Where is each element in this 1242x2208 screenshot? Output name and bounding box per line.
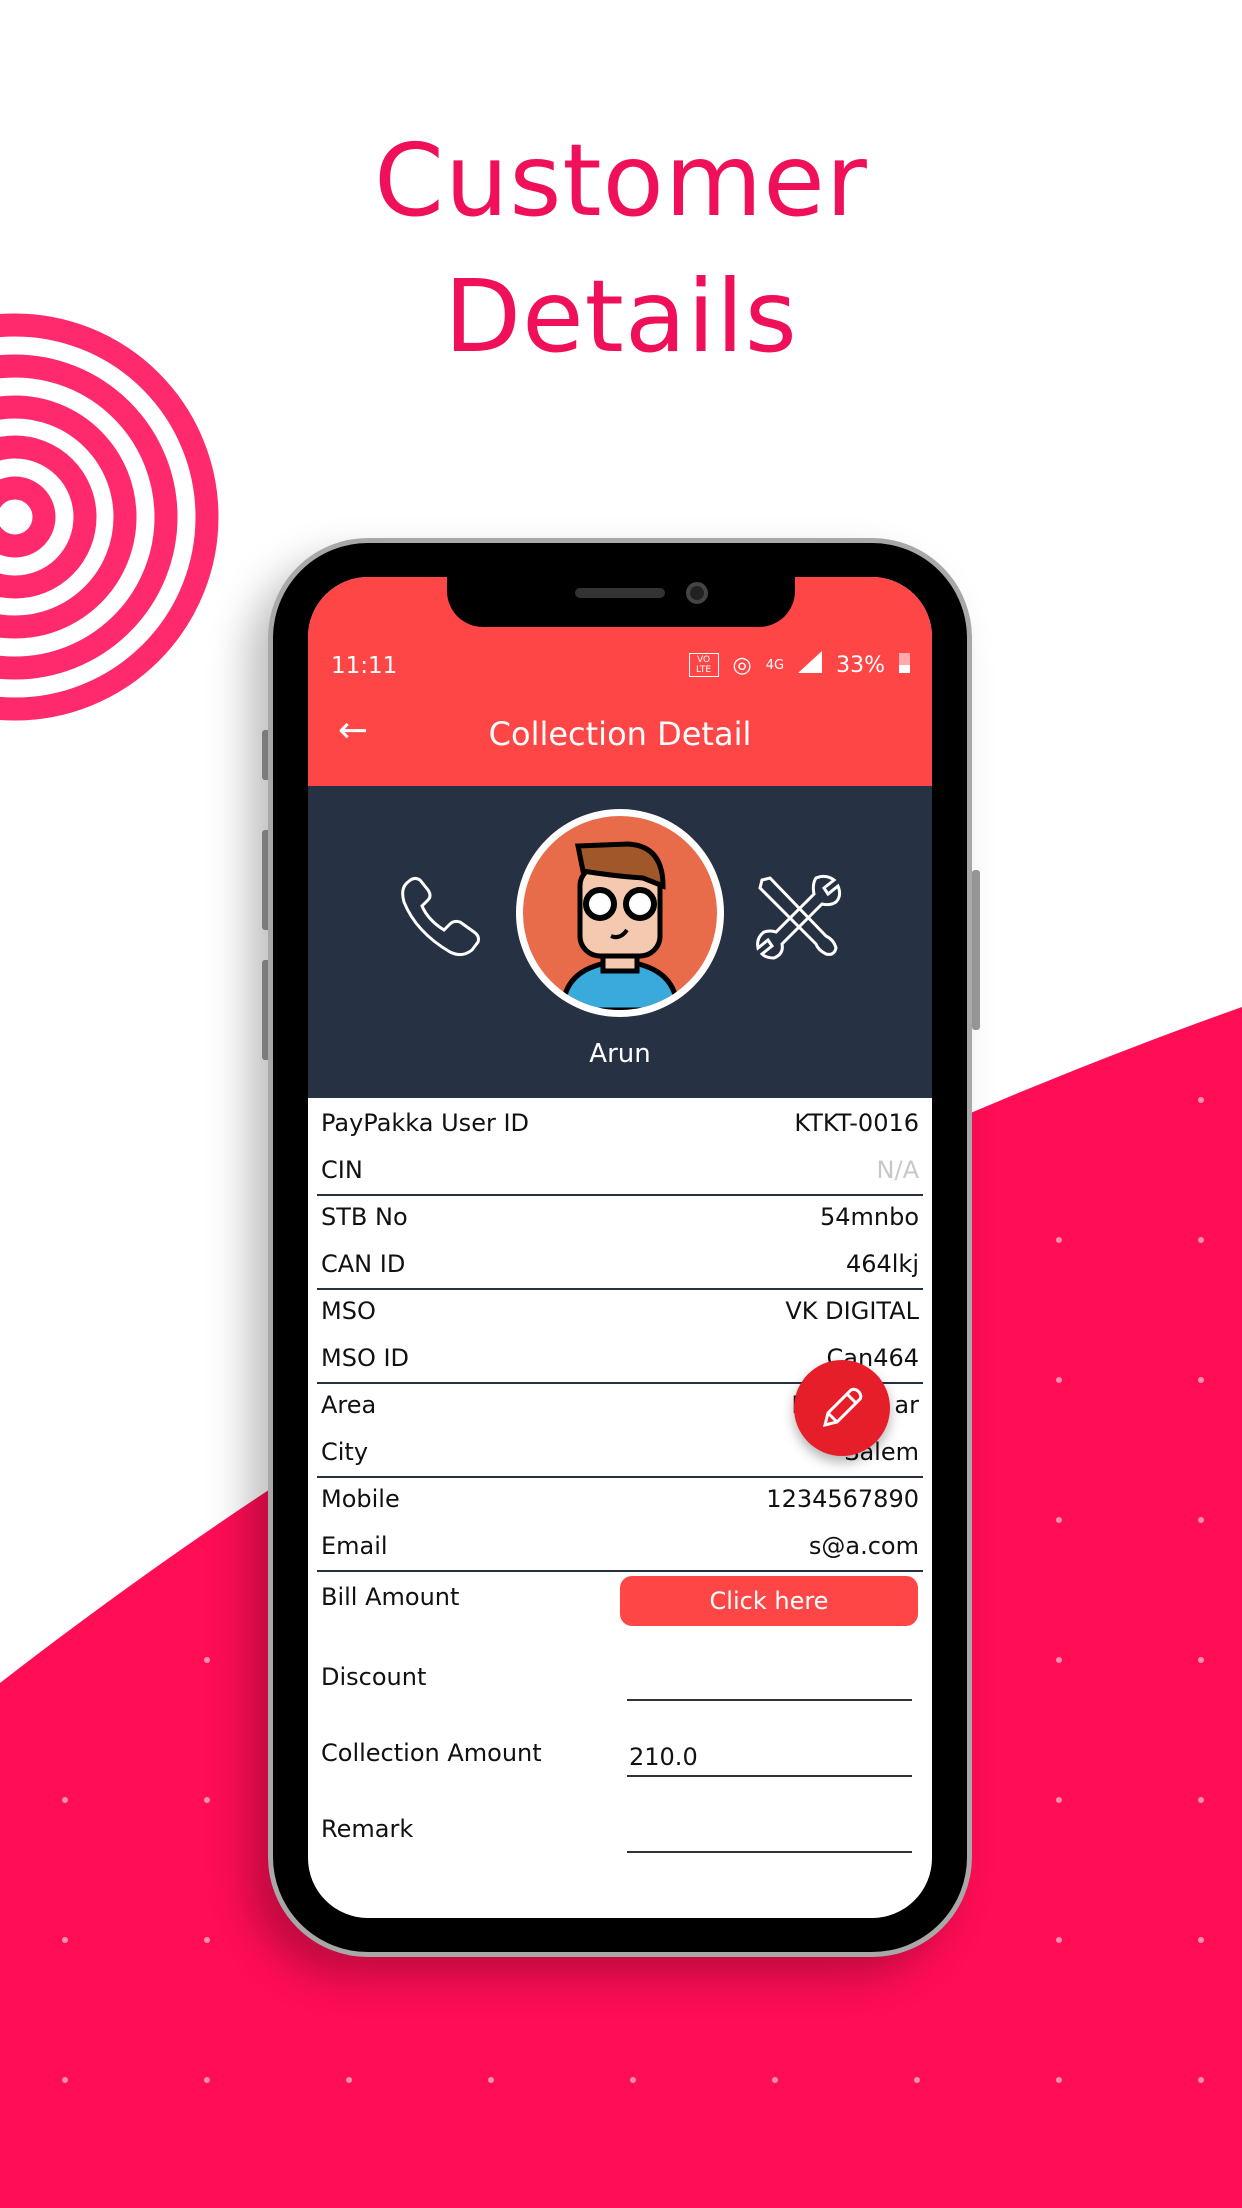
pattern-dot [1056,1517,1062,1523]
detail-label: MSO [321,1296,376,1325]
detail-row: PayPakka User ID KTKT-0016 [321,1099,919,1146]
detail-value: VK DIGITAL [785,1296,919,1325]
pattern-dot [914,2077,920,2083]
pattern-dot [1056,1237,1062,1243]
click-here-button[interactable]: Click here [620,1576,918,1626]
bill-amount-label: Bill Amount [321,1583,460,1611]
detail-value: 1234567890 [766,1484,919,1513]
pattern-dot [1198,1097,1204,1103]
pattern-dot [204,1937,210,1943]
remark-input[interactable] [627,1819,912,1853]
page-title: Collection Detail [488,715,752,753]
detail-label: City [321,1437,369,1466]
pattern-dot [1056,1937,1062,1943]
pattern-dot [1198,1937,1204,1943]
network-type: 4G [765,657,785,673]
pencil-icon [822,1387,863,1428]
detail-label: Mobile [321,1484,400,1513]
pattern-dot [204,2077,210,2083]
phone-speaker [575,588,665,598]
phone-icon[interactable] [398,874,484,960]
detail-row: Mobile 1234567890 [321,1475,919,1522]
detail-value: KTKT-0016 [794,1108,919,1137]
headline-line-2: Details [444,258,798,375]
pattern-dot [62,2077,68,2083]
detail-value: 54mnbo [819,1202,919,1231]
pattern-dot [630,2077,636,2083]
pattern-dot [62,1937,68,1943]
pattern-dot [1198,1517,1204,1523]
detail-label: STB No [321,1202,408,1231]
phone-notch [447,575,795,627]
pattern-dot [1198,2077,1204,2083]
detail-label: CIN [321,1155,363,1184]
hotspot-icon: ◎ [732,652,752,678]
battery-level: 33% [836,652,885,678]
pattern-dot [346,2077,352,2083]
discount-label: Discount [321,1663,427,1691]
pattern-dot [1198,1237,1204,1243]
detail-row: STB No 54mnbo [321,1193,919,1240]
customer-name: Arun [589,1039,651,1069]
detail-label: Area [321,1390,377,1419]
headline-line-1: Customer [374,122,868,239]
collection-amount-input[interactable]: 210.0 [627,1743,912,1777]
pattern-dot [1198,1797,1204,1803]
pattern-dot [1198,1657,1204,1663]
discount-input[interactable] [627,1667,912,1701]
detail-label: CAN ID [321,1249,406,1278]
pattern-dot [772,2077,778,2083]
tools-icon[interactable] [756,874,842,960]
avatar [516,809,724,1017]
battery-icon [899,651,910,679]
volte-icon: VO LTE [688,653,719,677]
pattern-dot [1056,1377,1062,1383]
status-icons: VO LTE ◎ 4G 33% [688,651,910,679]
pattern-dot [1198,1377,1204,1383]
detail-value: 464lkj [845,1249,919,1278]
pattern-dot [62,1797,68,1803]
pattern-dot [204,1657,210,1663]
detail-row: CAN ID 464lkj [321,1240,919,1287]
pattern-dot [204,1797,210,1803]
concentric-circles [0,313,219,721]
status-time: 11:11 [331,653,398,679]
phone-camera [686,582,708,604]
detail-value: N/A [876,1155,919,1184]
detail-label: PayPakka User ID [321,1108,530,1137]
detail-row: MSO VK DIGITAL [321,1287,919,1334]
profile-header: Arun [308,786,932,1098]
pattern-dot [1056,1797,1062,1803]
phone-screen: 11:11 VO LTE ◎ 4G 33% ← Collection Detai… [308,577,932,1918]
remark-label: Remark [321,1815,414,1843]
detail-row: Email s@a.com [321,1522,919,1569]
collection-amount-label: Collection Amount [321,1739,542,1767]
row-divider [317,1570,923,1572]
pattern-dot [1056,1657,1062,1663]
detail-label: Email [321,1531,388,1560]
detail-row: CIN N/A [321,1146,919,1193]
phone-side-button [972,870,980,1030]
pattern-dot [488,2077,494,2083]
signal-icon [798,651,823,679]
edit-fab-button[interactable] [794,1360,890,1456]
detail-label: MSO ID [321,1343,410,1372]
pattern-dot [1056,2077,1062,2083]
detail-value: s@a.com [808,1531,919,1560]
